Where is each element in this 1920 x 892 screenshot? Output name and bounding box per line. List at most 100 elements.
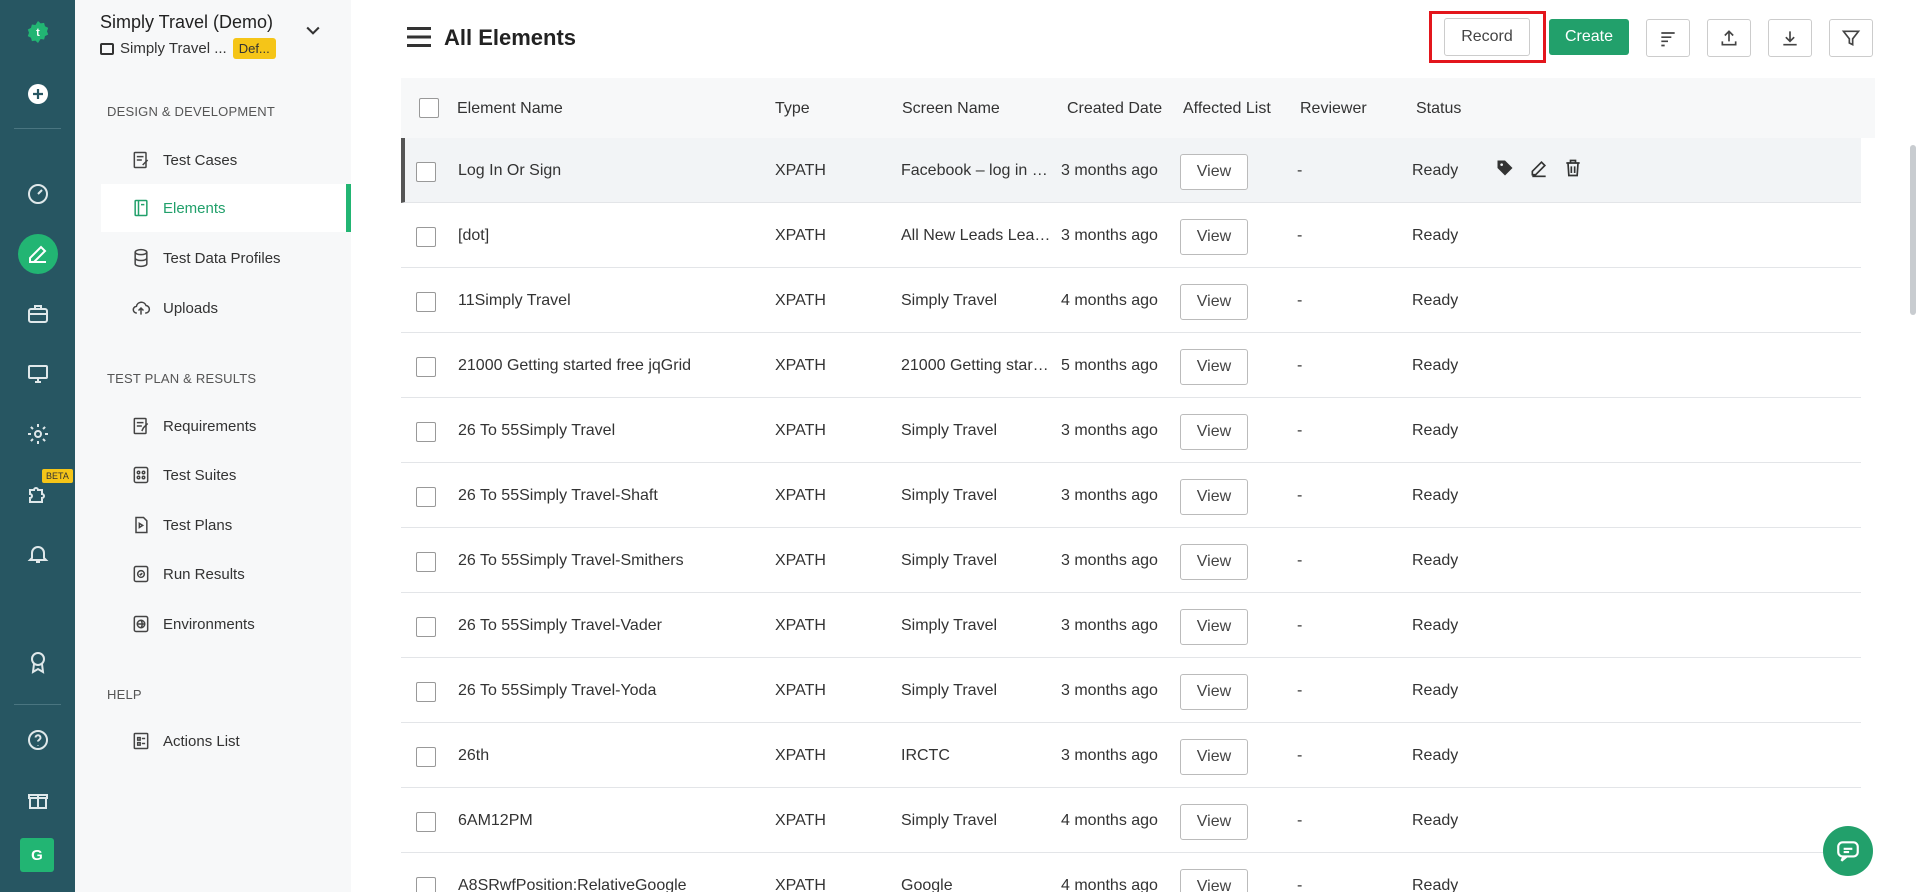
nav-item-elements[interactable]: Elements bbox=[101, 184, 351, 232]
element-name-cell[interactable]: 26 To 55Simply Travel-Yoda bbox=[458, 682, 758, 700]
element-name-cell[interactable]: 26 To 55Simply Travel-Shaft bbox=[458, 487, 758, 505]
table-row[interactable]: [dot] XPATH All New Leads Leads Sale... … bbox=[401, 203, 1861, 268]
created-date-cell: 3 months ago bbox=[1061, 162, 1158, 179]
table-row[interactable]: 26 To 55Simply Travel XPATH Simply Trave… bbox=[401, 398, 1861, 463]
column-header-element-name[interactable]: Element Name bbox=[457, 100, 563, 118]
settings-gear-icon[interactable] bbox=[18, 414, 58, 454]
vertical-scrollbar[interactable] bbox=[1910, 145, 1916, 315]
dashboard-icon[interactable] bbox=[18, 174, 58, 214]
column-header-screen-name[interactable]: Screen Name bbox=[902, 100, 1000, 118]
element-name-cell[interactable]: A8SRwfPosition:RelativeGoogle bbox=[458, 877, 758, 892]
help-question-icon[interactable] bbox=[18, 720, 58, 760]
view-affected-list-button[interactable]: View bbox=[1180, 219, 1248, 255]
table-row[interactable]: A8SRwfPosition:RelativeGoogle XPATH Goog… bbox=[401, 853, 1861, 892]
nav-item-uploads[interactable]: Uploads bbox=[101, 284, 351, 332]
view-affected-list-button[interactable]: View bbox=[1180, 154, 1248, 190]
row-checkbox[interactable] bbox=[416, 227, 436, 247]
notification-bell-icon[interactable] bbox=[18, 534, 58, 574]
column-header-type[interactable]: Type bbox=[775, 100, 810, 118]
row-checkbox[interactable] bbox=[416, 617, 436, 637]
view-affected-list-button[interactable]: View bbox=[1180, 674, 1248, 710]
chevron-down-icon[interactable] bbox=[303, 20, 323, 40]
view-affected-list-button[interactable]: View bbox=[1180, 284, 1248, 320]
sort-button[interactable] bbox=[1646, 19, 1690, 57]
hamburger-menu-icon[interactable] bbox=[407, 26, 431, 48]
view-affected-list-button[interactable]: View bbox=[1180, 739, 1248, 775]
briefcase-icon[interactable] bbox=[18, 294, 58, 334]
column-header-status[interactable]: Status bbox=[1416, 100, 1461, 118]
nav-item-environments[interactable]: Environments bbox=[101, 600, 351, 648]
nav-item-run-results[interactable]: Run Results bbox=[101, 550, 351, 598]
edit-pencil-icon[interactable] bbox=[1529, 158, 1549, 178]
row-checkbox[interactable] bbox=[416, 552, 436, 572]
element-name-cell[interactable]: Log In Or Sign bbox=[458, 162, 758, 180]
row-checkbox[interactable] bbox=[416, 747, 436, 767]
reviewer-cell: - bbox=[1297, 487, 1303, 504]
download-button[interactable] bbox=[1768, 19, 1812, 57]
element-name-cell[interactable]: 11Simply Travel bbox=[458, 292, 758, 310]
reviewer-cell: - bbox=[1297, 747, 1303, 764]
view-affected-list-button[interactable]: View bbox=[1180, 414, 1248, 450]
create-button[interactable]: Create bbox=[1549, 19, 1629, 55]
element-name-cell[interactable]: 26 To 55Simply Travel bbox=[458, 422, 758, 440]
award-badge-icon[interactable] bbox=[18, 642, 58, 682]
row-checkbox[interactable] bbox=[416, 812, 436, 832]
tag-icon[interactable] bbox=[1495, 158, 1515, 178]
table-row[interactable]: 26 To 55Simply Travel-Vader XPATH Simply… bbox=[401, 593, 1861, 658]
design-pencil-icon[interactable] bbox=[18, 234, 58, 274]
element-name-cell[interactable]: 26 To 55Simply Travel-Vader bbox=[458, 617, 758, 635]
nav-item-actions-list[interactable]: Actions List bbox=[101, 717, 351, 765]
column-header-created-date[interactable]: Created Date bbox=[1067, 100, 1162, 118]
column-header-reviewer[interactable]: Reviewer bbox=[1300, 100, 1367, 118]
row-checkbox[interactable] bbox=[416, 487, 436, 507]
user-avatar[interactable]: G bbox=[20, 838, 54, 872]
row-checkbox[interactable] bbox=[416, 682, 436, 702]
table-row[interactable]: 26th XPATH IRCTC 3 months ago View - Rea… bbox=[401, 723, 1861, 788]
filter-button[interactable] bbox=[1829, 19, 1873, 57]
gift-icon[interactable] bbox=[18, 780, 58, 820]
monitor-icon[interactable] bbox=[18, 354, 58, 394]
nav-item-test-data-profiles[interactable]: Test Data Profiles bbox=[101, 234, 351, 282]
screen-name-cell: Simply Travel bbox=[901, 812, 998, 829]
column-header-affected-list[interactable]: Affected List bbox=[1183, 100, 1271, 118]
rail-divider bbox=[14, 128, 61, 129]
nav-item-test-suites[interactable]: Test Suites bbox=[101, 451, 351, 499]
beta-badge: BETA bbox=[42, 469, 73, 483]
element-name-cell[interactable]: 26th bbox=[458, 747, 758, 765]
project-title[interactable]: Simply Travel (Demo) bbox=[100, 12, 273, 33]
add-icon[interactable] bbox=[18, 74, 58, 114]
nav-item-test-cases[interactable]: Test Cases bbox=[101, 136, 351, 184]
table-row[interactable]: 11Simply Travel XPATH Simply Travel 4 mo… bbox=[401, 268, 1861, 333]
element-name-cell[interactable]: 6AM12PM bbox=[458, 812, 758, 830]
element-name-cell[interactable]: 26 To 55Simply Travel-Smithers bbox=[458, 552, 758, 570]
view-affected-list-button[interactable]: View bbox=[1180, 609, 1248, 645]
record-button[interactable]: Record bbox=[1444, 18, 1530, 56]
view-affected-list-button[interactable]: View bbox=[1180, 869, 1248, 892]
delete-trash-icon[interactable] bbox=[1563, 158, 1583, 178]
view-affected-list-button[interactable]: View bbox=[1180, 804, 1248, 840]
nav-item-requirements[interactable]: Requirements bbox=[101, 402, 351, 450]
row-checkbox[interactable] bbox=[416, 162, 436, 182]
table-row[interactable]: Log In Or Sign XPATH Facebook – log in o… bbox=[401, 138, 1861, 203]
row-checkbox[interactable] bbox=[416, 422, 436, 442]
select-all-checkbox[interactable] bbox=[419, 98, 439, 118]
testsigma-logo-icon[interactable]: t bbox=[18, 12, 58, 52]
element-name-cell[interactable]: [dot] bbox=[458, 227, 758, 245]
view-affected-list-button[interactable]: View bbox=[1180, 544, 1248, 580]
row-checkbox[interactable] bbox=[416, 292, 436, 312]
view-affected-list-button[interactable]: View bbox=[1180, 349, 1248, 385]
row-checkbox[interactable] bbox=[416, 877, 436, 892]
element-name-cell[interactable]: 21000 Getting started free jqGrid bbox=[458, 357, 758, 375]
table-row[interactable]: 26 To 55Simply Travel-Shaft XPATH Simply… bbox=[401, 463, 1861, 528]
upload-button[interactable] bbox=[1707, 19, 1751, 57]
chat-support-button[interactable] bbox=[1823, 826, 1873, 876]
download-icon bbox=[1783, 31, 1797, 46]
table-row[interactable]: 21000 Getting started free jqGrid XPATH … bbox=[401, 333, 1861, 398]
view-affected-list-button[interactable]: View bbox=[1180, 479, 1248, 515]
project-subtitle[interactable]: Simply Travel ... Def... bbox=[100, 38, 276, 59]
table-row[interactable]: 26 To 55Simply Travel-Smithers XPATH Sim… bbox=[401, 528, 1861, 593]
nav-item-test-plans[interactable]: Test Plans bbox=[101, 501, 351, 549]
row-checkbox[interactable] bbox=[416, 357, 436, 377]
table-row[interactable]: 6AM12PM XPATH Simply Travel 4 months ago… bbox=[401, 788, 1861, 853]
table-row[interactable]: 26 To 55Simply Travel-Yoda XPATH Simply … bbox=[401, 658, 1861, 723]
